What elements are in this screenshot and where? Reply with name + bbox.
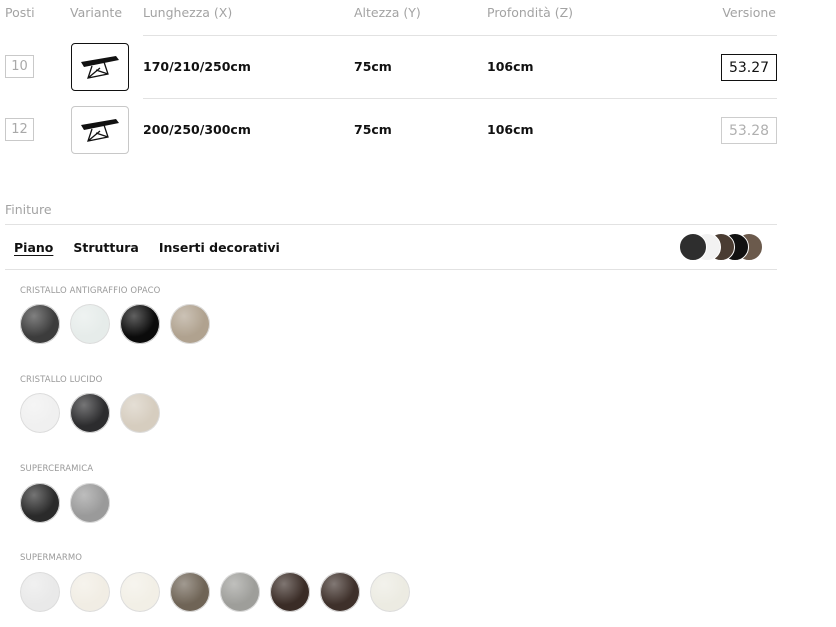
lunghezza-value: 170/210/250cm <box>143 59 251 74</box>
finiture-title: Finiture <box>5 202 52 217</box>
finish-tabs: Piano Struttura Inserti decorativi <box>14 240 280 255</box>
header-altezza: Altezza (Y) <box>354 5 421 20</box>
finish-swatch[interactable] <box>370 572 410 612</box>
finish-preview <box>679 233 777 261</box>
finish-swatch[interactable] <box>120 393 160 433</box>
posti-value: 10 <box>5 55 34 78</box>
divider <box>5 224 777 225</box>
table-icon <box>81 119 119 142</box>
header-posti: Posti <box>5 5 35 20</box>
finish-swatch[interactable] <box>120 572 160 612</box>
finish-swatch[interactable] <box>70 304 110 344</box>
table-icon <box>81 56 119 79</box>
divider <box>143 98 777 99</box>
divider <box>143 35 777 36</box>
divider <box>5 269 777 270</box>
variant-thumbnail[interactable] <box>71 106 129 154</box>
tab-struttura[interactable]: Struttura <box>73 240 139 255</box>
group-label: CRISTALLO ANTIGRAFFIO OPACO <box>20 286 161 296</box>
finish-swatch[interactable] <box>70 572 110 612</box>
group-label: SUPERMARMO <box>20 553 83 563</box>
finish-swatch[interactable] <box>170 304 210 344</box>
tab-inserti-decorativi[interactable]: Inserti decorativi <box>159 240 280 255</box>
table-row[interactable]: 12 200/250/300cm 75cm 106cm 53.28 <box>0 106 836 154</box>
posti-value: 12 <box>5 118 34 141</box>
altezza-value: 75cm <box>354 122 392 137</box>
finish-swatch[interactable] <box>220 572 260 612</box>
altezza-value: 75cm <box>354 59 392 74</box>
header-profondita: Profondità (Z) <box>487 5 574 20</box>
swatch-group <box>20 393 160 433</box>
finish-swatch[interactable] <box>270 572 310 612</box>
header-lunghezza: Lunghezza (X) <box>143 5 233 20</box>
header-versione: Versione <box>722 5 776 20</box>
preview-swatch <box>679 233 707 261</box>
group-label: CRISTALLO LUCIDO <box>20 375 103 385</box>
tab-piano[interactable]: Piano <box>14 240 53 255</box>
lunghezza-value: 200/250/300cm <box>143 122 251 137</box>
finish-swatch[interactable] <box>20 304 60 344</box>
variant-thumbnail[interactable] <box>71 43 129 91</box>
version-button[interactable]: 53.28 <box>721 117 777 144</box>
version-button[interactable]: 53.27 <box>721 54 777 81</box>
finish-swatch[interactable] <box>20 483 60 523</box>
profondita-value: 106cm <box>487 59 534 74</box>
swatch-group <box>20 483 110 523</box>
profondita-value: 106cm <box>487 122 534 137</box>
group-label: SUPERCERAMICA <box>20 464 94 474</box>
header-variante: Variante <box>70 5 123 20</box>
finish-swatch[interactable] <box>170 572 210 612</box>
finish-swatch[interactable] <box>20 572 60 612</box>
swatch-group <box>20 304 210 344</box>
swatch-group <box>20 572 410 612</box>
finish-swatch[interactable] <box>20 393 60 433</box>
finish-swatch[interactable] <box>70 393 110 433</box>
finish-swatch[interactable] <box>70 483 110 523</box>
table-row[interactable]: 10 170/210/250cm 75cm 106cm 53.27 <box>0 43 836 91</box>
finish-swatch[interactable] <box>120 304 160 344</box>
finish-swatch[interactable] <box>320 572 360 612</box>
